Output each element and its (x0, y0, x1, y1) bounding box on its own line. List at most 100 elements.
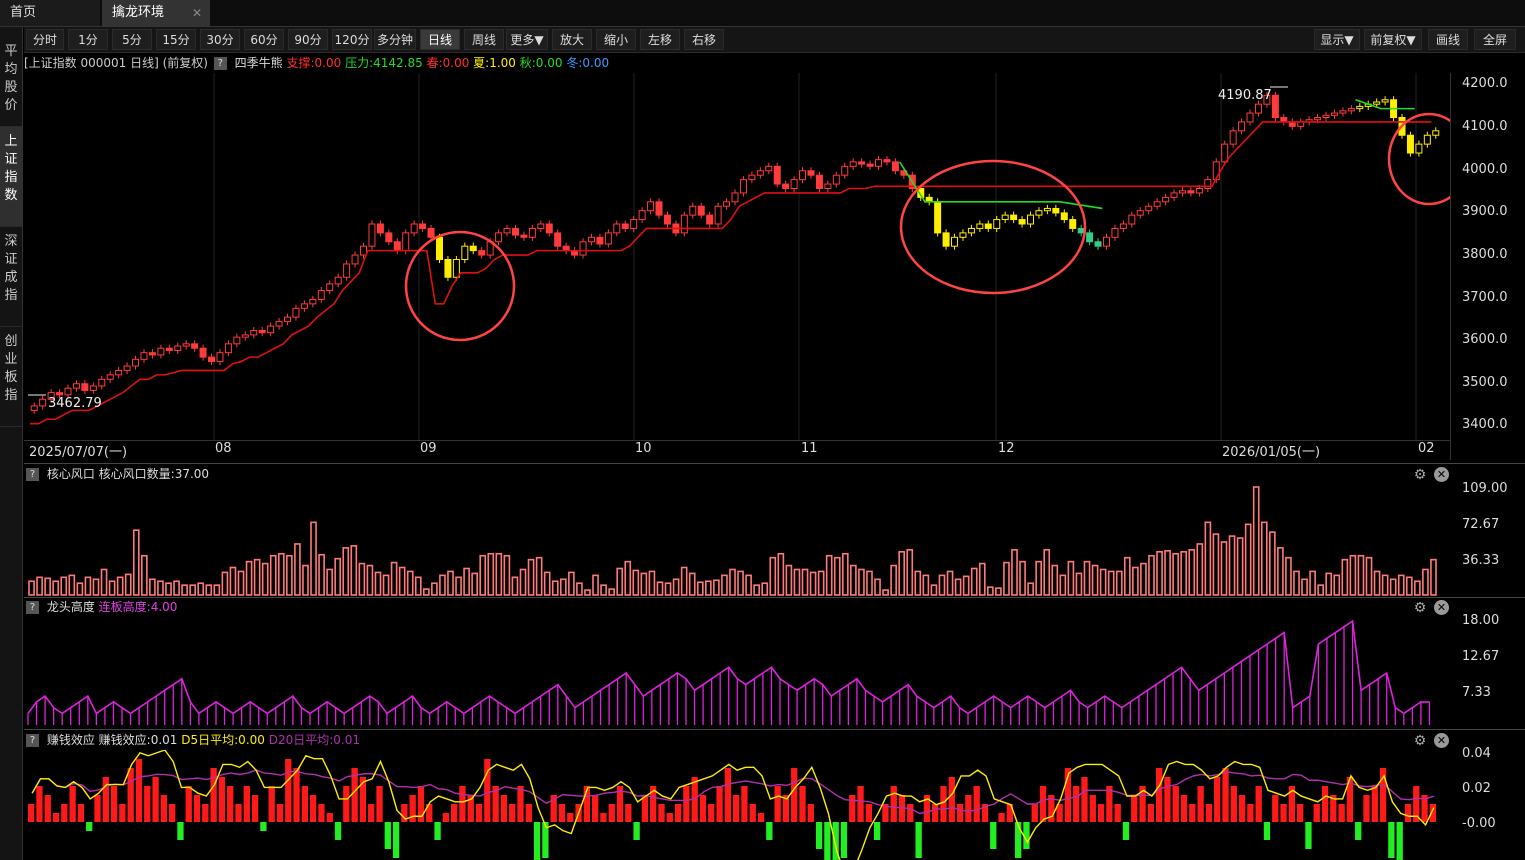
core-window-bar (1269, 531, 1276, 596)
money-effect-bar (1255, 786, 1262, 822)
axis-tick-label: 18.00 (1462, 613, 1500, 628)
core-window-bar-chart[interactable] (24, 485, 1450, 597)
money-effect-bar (1122, 822, 1130, 840)
period-button[interactable]: 1分 (68, 29, 108, 50)
core-window-bar (310, 521, 317, 596)
core-window-bar (173, 580, 180, 596)
money-effect-bar (973, 786, 980, 822)
money-effect-bar (1164, 777, 1171, 822)
period-button[interactable]: 60分 (244, 29, 284, 50)
period-button-daily[interactable]: 日线 (420, 29, 460, 50)
period-button[interactable]: 周线 (464, 29, 504, 50)
zoom-in-button[interactable]: 放大 (552, 29, 592, 50)
close-icon[interactable]: ✕ (1434, 733, 1449, 748)
period-button[interactable]: 多分钟 (374, 29, 416, 50)
draw-line-button[interactable]: 画线 (1428, 29, 1468, 50)
money-effect-bar (500, 795, 508, 822)
period-button[interactable]: 分时 (26, 29, 64, 50)
core-window-bar (84, 576, 92, 596)
core-window-bar (866, 570, 873, 596)
gear-icon[interactable]: ⚙ (1412, 600, 1428, 616)
money-effect-bar (1222, 768, 1229, 822)
sidebar-item-chinext[interactable]: 创业板指 (0, 327, 22, 427)
core-window-bar (302, 564, 309, 596)
core-window-bar (124, 573, 132, 596)
candle-body (343, 263, 351, 278)
money-effect-bar (1238, 795, 1246, 822)
tab-qinlong[interactable]: 擒龙环境 ✕ (102, 0, 210, 26)
adjust-dropdown[interactable]: 前复权▼ (1364, 29, 1422, 50)
candle-body (1271, 94, 1279, 118)
core-window-bar (1075, 572, 1083, 596)
date-label: 09 (420, 441, 437, 456)
candlestick-chart[interactable]: 4190.87 3462.79 (24, 73, 1450, 440)
core-window-bar (334, 557, 342, 596)
money-effect-chart[interactable] (24, 750, 1450, 860)
core-window-bar (422, 588, 430, 596)
help-icon[interactable]: ? (26, 468, 39, 481)
sidebar-item-shanghai[interactable]: 上证指数 (0, 127, 22, 227)
core-window-bar (294, 543, 301, 596)
money-effect-bar (766, 822, 773, 840)
gear-icon[interactable]: ⚙ (1412, 467, 1428, 483)
money-effect-bar (1172, 786, 1179, 822)
candle-body (174, 345, 182, 351)
help-icon[interactable]: ? (26, 734, 39, 747)
fullscreen-button[interactable]: 全屏 (1474, 29, 1516, 50)
help-icon[interactable]: ? (213, 57, 227, 70)
money-effect-bar (567, 813, 574, 822)
move-right-button[interactable]: 右移 (684, 29, 724, 50)
more-dropdown[interactable]: 更多▼ (506, 29, 548, 50)
core-window-bar (906, 549, 914, 596)
period-button[interactable]: 15分 (156, 29, 196, 50)
sidebar-item-shenzhen[interactable]: 深证成指 (0, 227, 22, 327)
move-left-button[interactable]: 左移 (640, 29, 680, 50)
sidebar-item-avg-price[interactable]: 平均股价 (0, 37, 22, 127)
candle-body (452, 259, 460, 278)
period-button[interactable]: 5分 (112, 29, 152, 50)
core-window-bar (261, 562, 269, 596)
core-window-bar (696, 581, 704, 596)
core-window-bar (527, 558, 535, 596)
core-window-bar (157, 580, 164, 596)
core-window-bar (1228, 535, 1236, 596)
gear-icon[interactable]: ⚙ (1412, 733, 1428, 749)
candle-body (89, 385, 97, 391)
index-sidebar: 平均股价 上证指数 深证成指 创业板指 (0, 27, 23, 860)
period-button[interactable]: 90分 (288, 29, 328, 50)
close-icon[interactable]: ✕ (1434, 600, 1449, 615)
panel2-header: ? 龙头高度 连板高度:4.00 (24, 597, 177, 617)
candle-body (292, 307, 300, 318)
money-effect-bar (608, 804, 615, 822)
period-button[interactable]: 120分 (332, 29, 372, 50)
core-window-bar (1293, 570, 1300, 596)
period-button[interactable]: 30分 (200, 29, 240, 50)
money-effect-bar (1114, 804, 1121, 822)
money-effect-bar (376, 786, 383, 822)
panel-divider (24, 463, 1525, 464)
candle-body (680, 214, 688, 234)
core-window-bar (1349, 554, 1357, 596)
money-effect-bar (1371, 786, 1378, 822)
core-window-bar (52, 580, 60, 596)
help-icon[interactable]: ? (26, 601, 39, 614)
tab-home[interactable]: 首页 (0, 0, 100, 26)
money-effect-bar (849, 795, 856, 822)
board-height-chart[interactable] (24, 617, 1450, 729)
money-effect-bar (1197, 786, 1204, 822)
core-window-bar (350, 545, 358, 596)
candle-body (858, 161, 866, 165)
core-window-bar (1196, 543, 1204, 596)
close-icon[interactable]: ✕ (192, 0, 202, 26)
pressure-value: 压力:4142.85 (345, 56, 423, 70)
display-dropdown[interactable]: 显示▼ (1314, 29, 1360, 50)
zoom-out-button[interactable]: 缩小 (596, 29, 636, 50)
money-effect-bar (907, 804, 914, 822)
candle-body (140, 352, 148, 360)
candle-body (630, 219, 638, 229)
core-window-bar (1140, 562, 1147, 596)
core-window-bar (1414, 580, 1421, 596)
candle-body (1406, 134, 1414, 154)
close-icon[interactable]: ✕ (1434, 467, 1449, 482)
core-window-bar (729, 568, 736, 596)
